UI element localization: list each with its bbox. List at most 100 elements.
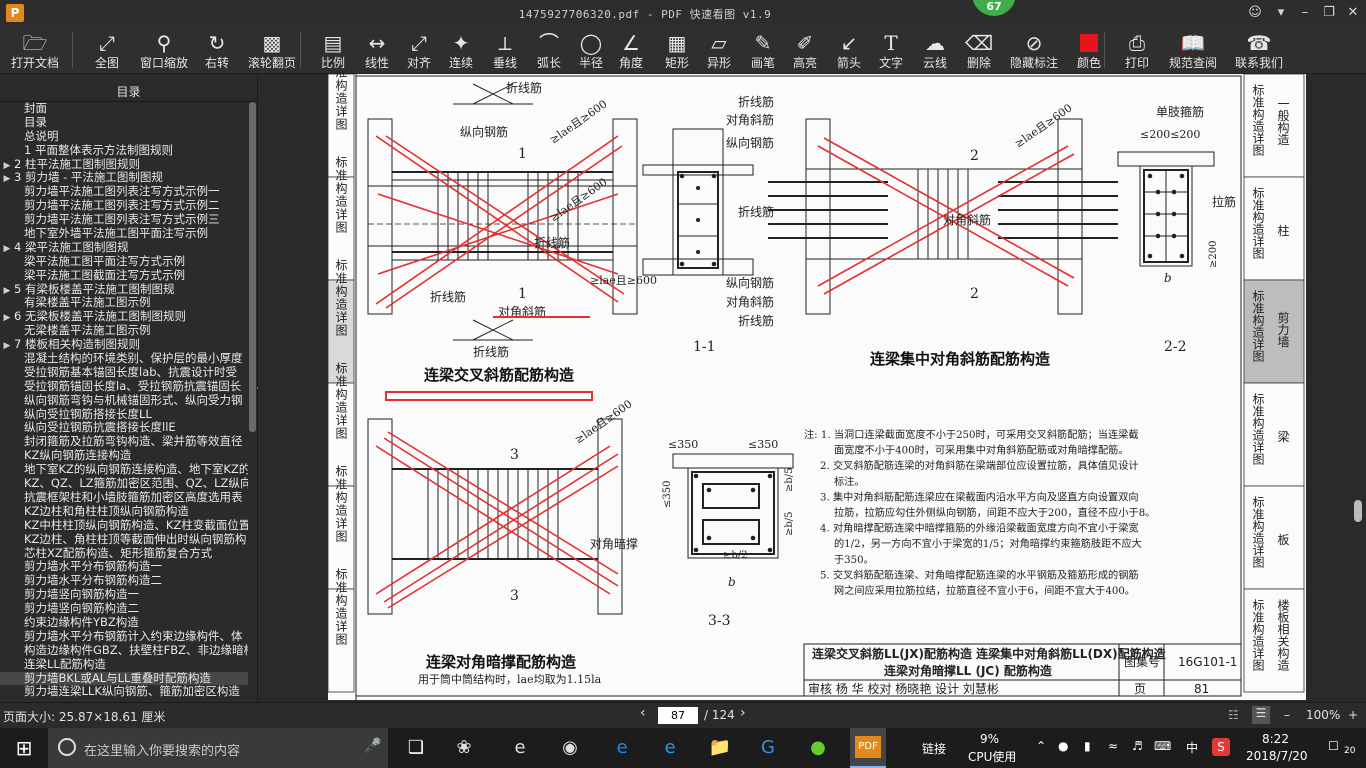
toc-scrollbar-thumb[interactable] [249, 102, 256, 432]
toc-item[interactable]: 剪力墙水平分布钢筋构造二 [0, 574, 248, 588]
toc-item[interactable]: 连梁LL配筋构造 [0, 658, 248, 672]
pdf-viewer-taskbar-icon[interactable]: PDF [850, 728, 886, 768]
clock-date[interactable]: 2018/7/20 [1246, 749, 1308, 763]
toc-item[interactable]: 约束边缘构件YBZ构造 [0, 616, 248, 630]
linear-tool-button[interactable]: ↔ 线性 [360, 30, 394, 74]
maximize-button[interactable]: ❐ [1318, 3, 1340, 23]
single-page-view-icon[interactable]: ☰ [1252, 706, 1270, 724]
toc-item[interactable]: 构造边缘构件GBZ、扶壁柱FBZ、非边缘暗柱 [0, 644, 248, 658]
expand-arrow-icon[interactable]: ▶ [0, 340, 14, 352]
toc-item[interactable]: KZ、QZ、LZ箍筋加密区范围、QZ、LZ纵向钢 [0, 477, 248, 491]
ie-blue-icon[interactable]: e [656, 734, 684, 762]
toc-item[interactable]: 封闭箍筋及拉筋弯钩构造、梁并筋等效直径 [0, 435, 248, 449]
toc-item[interactable]: 剪力墙水平分布钢筋构造一 [0, 560, 248, 574]
expand-arrow-icon[interactable]: ▶ [0, 312, 14, 324]
radius-tool-button[interactable]: ◯ 半径 [574, 30, 608, 74]
aligned-tool-button[interactable]: ⤢ 对齐 [402, 30, 436, 74]
toc-item[interactable]: KZ中柱柱顶纵向钢筋构造、KZ柱变截面位置 [0, 519, 248, 533]
toc-item[interactable]: 剪力墙平法施工图列表注写方式示例三 [0, 213, 248, 227]
toc-item[interactable]: ▶ 4 梁平法施工图制图规 [0, 241, 248, 255]
show-hidden-icons[interactable]: ⌃ [1036, 739, 1046, 753]
close-button[interactable]: ✕ [1342, 3, 1364, 23]
toc-item[interactable]: 剪力墙平法施工图列表注写方式示例二 [0, 199, 248, 213]
toc-item[interactable]: ▶ 7 楼板相关构造制图规则 [0, 338, 248, 352]
user-icon[interactable]: ☺ [1244, 3, 1266, 23]
link-label[interactable]: 链接 [922, 740, 946, 757]
document-scrollbar-thumb[interactable] [1354, 500, 1362, 522]
irregular-tool-button[interactable]: ▱ 异形 [702, 30, 736, 74]
toc-item[interactable]: 梁平法施工图截面注写方式示例 [0, 269, 248, 283]
toc-item[interactable]: 芯柱XZ配筋构造、矩形箍筋复合方式 [0, 547, 248, 561]
toc-item[interactable]: 纵向钢筋弯钩与机械锚固形式、纵向受力钢 [0, 394, 248, 408]
toc-item[interactable]: 总说明 [0, 130, 248, 144]
two-page-view-icon[interactable]: ☷ [1228, 708, 1239, 722]
text-tool-button[interactable]: T 文字 [874, 30, 908, 74]
clock-time[interactable]: 8:22 [1262, 732, 1289, 746]
expand-arrow-icon[interactable]: ▶ [0, 285, 14, 297]
open-tool-button[interactable]: 🗁 打开文档 [10, 30, 60, 74]
toc-scrollbar[interactable] [248, 102, 257, 702]
toc-item[interactable]: 抗震框架柱和小墙肢箍筋加密区高度选用表 [0, 491, 248, 505]
fit-tool-button[interactable]: ⤢ 全图 [88, 30, 126, 74]
angle-tool-button[interactable]: ∠ 角度 [614, 30, 648, 74]
file-explorer-icon[interactable]: 📁 [706, 734, 734, 762]
toc-item[interactable]: ▶ 6 无梁板楼盖平法施工图制图规则 [0, 310, 248, 324]
volume-icon[interactable]: ♬ [1132, 739, 1143, 753]
toc-item[interactable]: KZ边柱、角柱柱顶等截面伸出时纵向钢筋构 [0, 533, 248, 547]
expand-arrow-icon[interactable]: ▶ [0, 160, 14, 172]
toc-item[interactable]: 纵向受拉钢筋抗震搭接长度llE [0, 421, 248, 435]
toc-item[interactable]: KZ纵向钢筋连接构造 [0, 449, 248, 463]
expand-arrow-icon[interactable]: ▶ [0, 173, 14, 185]
zoom-out-icon[interactable]: – [1284, 708, 1290, 722]
arc-length-tool-button[interactable]: ⌒ 弧长 [532, 30, 566, 74]
g-app-icon[interactable]: G [754, 734, 782, 762]
people-icon[interactable]: ● [1058, 739, 1068, 753]
keyboard-icon[interactable]: ⌨ [1154, 739, 1171, 753]
cloud-tool-button[interactable]: ☁ 云线 [918, 30, 952, 74]
page-number-input[interactable]: 87 [658, 707, 698, 724]
minimize-button[interactable]: – [1294, 3, 1316, 23]
taskbar-search-box[interactable]: 在这里输入你要搜索的内容 🎤 [48, 728, 388, 768]
toc-item[interactable]: ▶ 3 剪力墙 - 平法施工图制图规 [0, 171, 248, 185]
toc-item[interactable]: 剪力墙平法施工图列表注写方式示例一 [0, 185, 248, 199]
scroll-page-tool-button[interactable]: ▩ 滚轮翻页 [244, 30, 300, 74]
delete-tool-button[interactable]: ⌫ 删除 [962, 30, 996, 74]
toc-item[interactable]: ▶ 2 柱平法施工图制图规则 [0, 158, 248, 172]
next-page-icon[interactable]: › [740, 705, 746, 721]
contact-tool-button[interactable]: ☎ 联系我们 [1232, 30, 1286, 74]
arrow-tool-button[interactable]: ↙ 箭头 [832, 30, 866, 74]
scale-tool-button[interactable]: ▤ 比例 [316, 30, 350, 74]
toc-item[interactable]: 受拉钢筋基本锚固长度lab、抗震设计时受 [0, 366, 248, 380]
prev-page-icon[interactable]: ‹ [640, 705, 646, 721]
toc-item[interactable]: 有梁楼盖平法施工图示例 [0, 296, 248, 310]
toc-item[interactable]: 剪力墙BKL或AL与LL重叠时配筋构造 [0, 671, 248, 686]
menu-dropdown-icon[interactable]: ▾ [1270, 3, 1292, 23]
toc-item[interactable]: 梁平法施工图平面注写方式示例 [0, 255, 248, 269]
pen-tool-button[interactable]: ✎ 画笔 [746, 30, 780, 74]
expand-arrow-icon[interactable]: ▶ [0, 243, 14, 255]
action-center-icon[interactable]: ☐ [1328, 739, 1339, 753]
hide-marks-tool-button[interactable]: ⊘ 隐藏标注 [1006, 30, 1062, 74]
toc-item[interactable]: 剪力墙竖向钢筋构造一 [0, 588, 248, 602]
toc-item[interactable]: 剪力墙连梁LLK纵向钢筋、箍筋加密区构造 [0, 685, 248, 699]
task-view-icon[interactable]: ❏ [402, 734, 430, 762]
toc-item[interactable]: 1 平面整体表示方法制图规则 [0, 144, 248, 158]
continuous-tool-button[interactable]: ✦ 连续 [444, 30, 478, 74]
toc-item[interactable]: 目录 [0, 116, 248, 130]
perpendicular-tool-button[interactable]: ⟂ 垂线 [488, 30, 522, 74]
toc-item[interactable]: 混凝土结构的环境类别、保护层的最小厚度 [0, 352, 248, 366]
toc-item[interactable]: 地下室KZ的纵向钢筋连接构造、地下室KZ的 [0, 463, 248, 477]
highlight-tool-button[interactable]: ✐ 高亮 [788, 30, 822, 74]
network-app-icon[interactable]: ◉ [556, 734, 584, 762]
toc-item[interactable]: 封面 [0, 102, 248, 116]
toc-item[interactable]: 地下室外墙平法施工图平面注写示例 [0, 227, 248, 241]
toc-item[interactable]: 无梁楼盖平法施工图示例 [0, 324, 248, 338]
wifi-icon[interactable]: ≈ [1108, 739, 1118, 753]
edge-icon[interactable]: e [608, 734, 636, 762]
ime-indicator[interactable]: 中 [1186, 739, 1198, 756]
windows-start-icon[interactable]: ⊞ [10, 734, 38, 762]
ie-icon[interactable]: e [506, 734, 534, 762]
print-tool-button[interactable]: ⎙ 打印 [1120, 30, 1154, 74]
color-tool-button[interactable]: 颜色 [1074, 30, 1104, 74]
toc-item[interactable]: 剪力墙水平分布钢筋计入约束边缘构件、体 [0, 630, 248, 644]
